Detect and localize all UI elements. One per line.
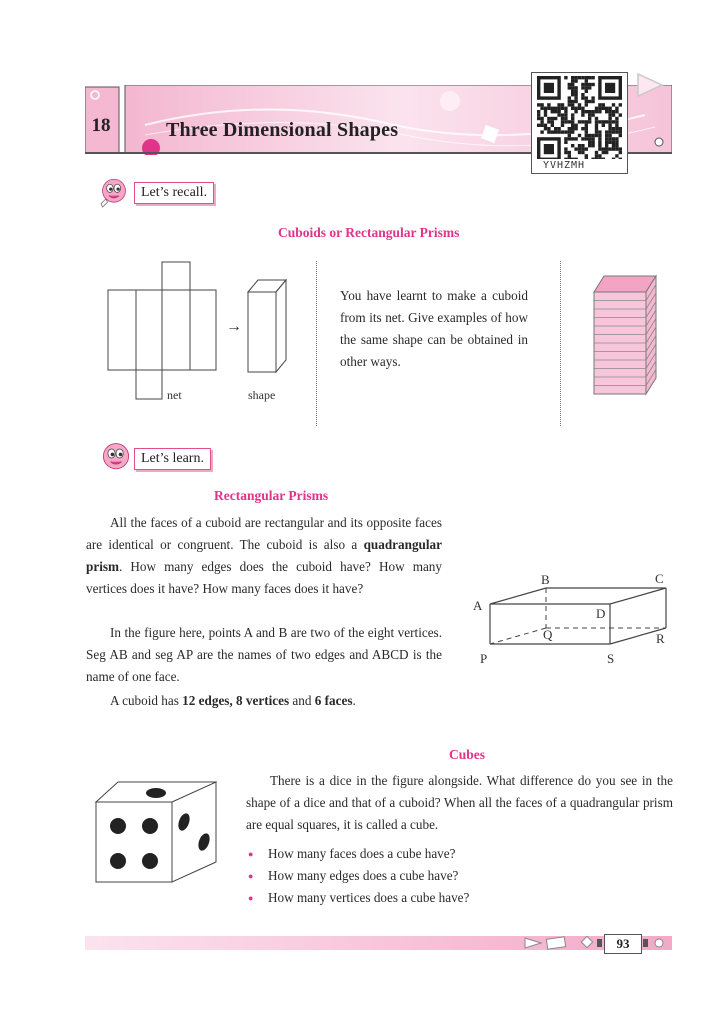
- qr-pattern: [537, 76, 622, 161]
- vertex-label-c: C: [655, 571, 664, 586]
- dice-figure: [94, 781, 218, 883]
- vertex-label-b: B: [541, 572, 550, 587]
- triangle-decor-icon: [637, 72, 664, 98]
- qr-code-icon: [531, 72, 628, 174]
- cuboids-heading: Cuboids or Rectangular Prisms: [278, 225, 460, 240]
- vertex-label-s: S: [607, 651, 615, 666]
- list-item: How many edges does a cube have?: [248, 865, 668, 887]
- prism-paragraph-2: In the figure here, points A and B are t…: [86, 625, 442, 684]
- cuboid-net-figure: [107, 261, 288, 400]
- cubes-heading: Cubes: [449, 747, 486, 762]
- chapter-number: 18: [91, 115, 111, 136]
- stacked-cards-figure: [593, 274, 657, 396]
- vertex-label-p: P: [480, 651, 488, 666]
- qr-code-label: YVHZMH: [542, 160, 586, 171]
- cube-questions: How many faces does a cube have? How man…: [248, 843, 668, 909]
- shape-label: shape: [248, 388, 276, 402]
- net-label: net: [167, 388, 182, 402]
- mascot-icon: [100, 178, 126, 208]
- cubes-paragraph: There is a dice in the figure alongside.…: [246, 773, 673, 832]
- rectangular-prisms-heading: Rectangular Prisms: [214, 488, 329, 503]
- recall-text: You have learnt to make a cuboid from it…: [340, 288, 528, 369]
- divider: [560, 261, 561, 426]
- list-item: How many faces does a cube have?: [248, 843, 668, 865]
- vertex-label-r: R: [656, 631, 665, 646]
- divider: [316, 261, 317, 426]
- cuboid-abcd-figure: [489, 587, 667, 645]
- prism-paragraph-3: A cuboid has 12 edges, 8 vertices and 6 …: [110, 693, 356, 708]
- footer-bar: [85, 935, 672, 950]
- vertex-label-d: D: [596, 606, 606, 621]
- vertex-label-a: A: [473, 598, 483, 613]
- prism-paragraph-1: All the faces of a cuboid are rectangula…: [86, 515, 442, 596]
- lets-recall-label: Let’s recall.: [134, 182, 215, 204]
- chapter-title: Three Dimensional Shapes: [166, 119, 399, 141]
- mascot-icon: [102, 443, 130, 470]
- list-item: How many vertices does a cube have?: [248, 887, 668, 909]
- lets-learn-label: Let’s learn.: [134, 448, 211, 470]
- page-number: 93: [604, 934, 642, 954]
- vertex-label-q: Q: [543, 627, 553, 642]
- arrow-right-icon: →: [226, 318, 242, 335]
